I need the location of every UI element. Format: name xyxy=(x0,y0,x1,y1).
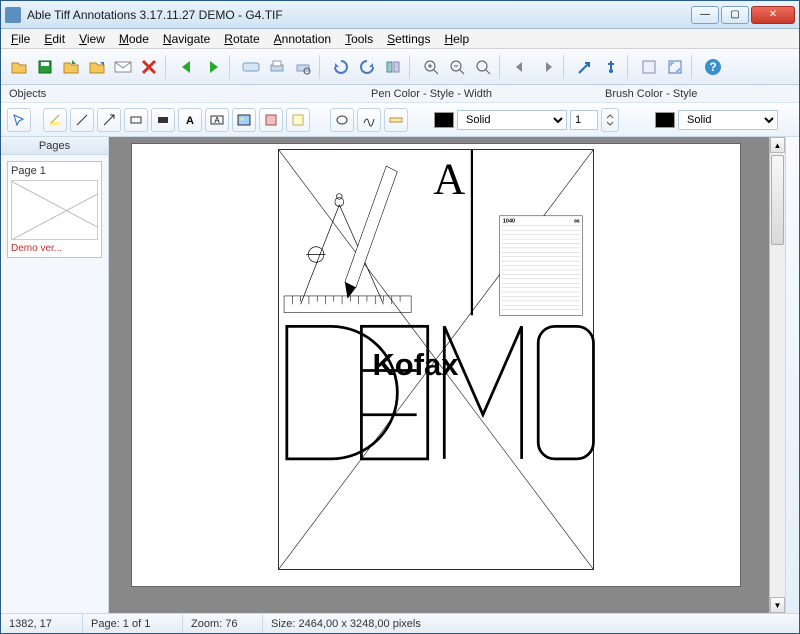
menu-tools[interactable]: Tools xyxy=(339,30,379,48)
titlebar: Able Tiff Annotations 3.17.11.27 DEMO - … xyxy=(1,1,799,29)
menu-annotation[interactable]: Annotation xyxy=(268,30,337,48)
help-icon[interactable]: ? xyxy=(701,55,725,79)
menu-rotate[interactable]: Rotate xyxy=(218,30,265,48)
scroll-down-icon[interactable]: ▼ xyxy=(770,597,785,613)
save-as-icon[interactable] xyxy=(59,55,83,79)
rotate-right-icon[interactable] xyxy=(355,55,379,79)
statusbar: 1382, 17 Page: 1 of 1 Zoom: 76 Size: 246… xyxy=(1,613,799,633)
rect-tool-icon[interactable] xyxy=(124,108,148,132)
pen-label: Pen Color - Style - Width xyxy=(371,88,605,100)
options-icon[interactable] xyxy=(637,55,661,79)
line-tool-icon[interactable] xyxy=(70,108,94,132)
status-coord: 1382, 17 xyxy=(1,614,83,633)
pen-width-input[interactable] xyxy=(570,110,598,130)
menu-navigate[interactable]: Navigate xyxy=(157,30,216,48)
status-size: Size: 2464,00 x 3248,00 pixels xyxy=(263,614,799,633)
side-ribbon xyxy=(785,137,799,613)
annot-arrow-icon[interactable] xyxy=(573,55,597,79)
svg-text:A: A xyxy=(214,116,220,125)
menu-help[interactable]: Help xyxy=(438,30,475,48)
freehand-tool-icon[interactable] xyxy=(357,108,381,132)
nav-fwd-icon[interactable] xyxy=(535,55,559,79)
export-icon[interactable] xyxy=(85,55,109,79)
ruler-tool-icon[interactable] xyxy=(384,108,408,132)
pen-style-combo[interactable]: Solid xyxy=(457,110,567,130)
stamp-tool-icon[interactable] xyxy=(259,108,283,132)
brush-style-combo[interactable]: Solid xyxy=(678,110,778,130)
document-viewport: A xyxy=(109,137,799,613)
menu-view[interactable]: View xyxy=(73,30,111,48)
app-window: Able Tiff Annotations 3.17.11.27 DEMO - … xyxy=(0,0,800,634)
big-letter-a: A xyxy=(433,155,465,204)
objects-label: Objects xyxy=(9,88,371,100)
menubar: Filedocument.currentScript.previousEleme… xyxy=(1,29,799,49)
thumb-image xyxy=(11,180,98,240)
svg-text:A: A xyxy=(186,115,194,127)
pen-width-spinner[interactable] xyxy=(601,108,619,132)
image-tool-icon[interactable] xyxy=(232,108,256,132)
sub-labels-bar: Objects Pen Color - Style - Width Brush … xyxy=(1,85,799,103)
zoom-in-icon[interactable] xyxy=(419,55,443,79)
rotate-left-icon[interactable] xyxy=(329,55,353,79)
demo-outline xyxy=(287,326,594,459)
highlighter-tool-icon[interactable] xyxy=(43,108,67,132)
note-tool-icon[interactable] xyxy=(286,108,310,132)
status-page: Page: 1 of 1 xyxy=(83,614,183,633)
prev-icon[interactable] xyxy=(175,55,199,79)
main-toolbar: ? xyxy=(1,49,799,85)
pointer-tool-icon[interactable] xyxy=(7,108,31,132)
next-icon[interactable] xyxy=(201,55,225,79)
pages-header: Pages xyxy=(1,137,108,155)
scan-icon[interactable] xyxy=(239,55,263,79)
kofax-text: Kofax xyxy=(372,347,458,382)
minimize-button[interactable]: — xyxy=(691,6,719,24)
brush-color-swatch[interactable] xyxy=(655,112,675,128)
menu-edit[interactable]: Edit xyxy=(38,30,71,48)
zoom-fit-icon[interactable] xyxy=(471,55,495,79)
thumb-title: Page 1 xyxy=(11,165,98,177)
scroll-up-icon[interactable]: ▲ xyxy=(770,137,785,153)
svg-text:86: 86 xyxy=(574,218,580,224)
text-tool-icon[interactable]: A xyxy=(178,108,202,132)
filled-rect-tool-icon[interactable] xyxy=(151,108,175,132)
page-thumbnail[interactable]: Page 1 Demo ver... xyxy=(7,161,102,258)
brush-label: Brush Color - Style xyxy=(605,88,697,100)
svg-text:?: ? xyxy=(709,60,716,74)
mail-icon[interactable] xyxy=(111,55,135,79)
window-title: Able Tiff Annotations 3.17.11.27 DEMO - … xyxy=(27,8,691,22)
thumb-demo-text: Demo ver... xyxy=(11,243,98,254)
maximize-button[interactable]: ▢ xyxy=(721,6,749,24)
zoom-out-icon[interactable] xyxy=(445,55,469,79)
print-icon[interactable] xyxy=(265,55,289,79)
menu-mode[interactable]: Mode xyxy=(113,30,155,48)
close-button[interactable]: ✕ xyxy=(751,6,795,24)
annotation-toolbar: A A Solid Solid xyxy=(1,103,799,137)
flip-icon[interactable] xyxy=(381,55,405,79)
annot-pin-icon[interactable] xyxy=(599,55,623,79)
fullscreen-icon[interactable] xyxy=(663,55,687,79)
pages-panel: Pages Page 1 Demo ver... xyxy=(1,137,109,613)
print-preview-icon[interactable] xyxy=(291,55,315,79)
svg-text:1040: 1040 xyxy=(503,218,515,224)
pen-color-swatch[interactable] xyxy=(434,112,454,128)
canvas-area[interactable]: A xyxy=(109,137,769,613)
scroll-thumb[interactable] xyxy=(771,155,784,245)
menu-file[interactable]: Filedocument.currentScript.previousEleme… xyxy=(5,30,36,48)
menu-settings[interactable]: Settings xyxy=(381,30,436,48)
save-icon[interactable] xyxy=(33,55,57,79)
app-icon xyxy=(5,7,21,23)
document-page: A xyxy=(131,143,741,587)
delete-icon[interactable] xyxy=(137,55,161,79)
textbox-tool-icon[interactable]: A xyxy=(205,108,229,132)
status-zoom: Zoom: 76 xyxy=(183,614,263,633)
arrow-tool-icon[interactable] xyxy=(97,108,121,132)
open-icon[interactable] xyxy=(7,55,31,79)
nav-back-icon[interactable] xyxy=(509,55,533,79)
pencil-drawing xyxy=(345,166,397,299)
form-1040-drawing: 1040 86 xyxy=(500,216,583,315)
ellipse-tool-icon[interactable] xyxy=(330,108,354,132)
vertical-scrollbar[interactable]: ▲ ▼ xyxy=(769,137,785,613)
